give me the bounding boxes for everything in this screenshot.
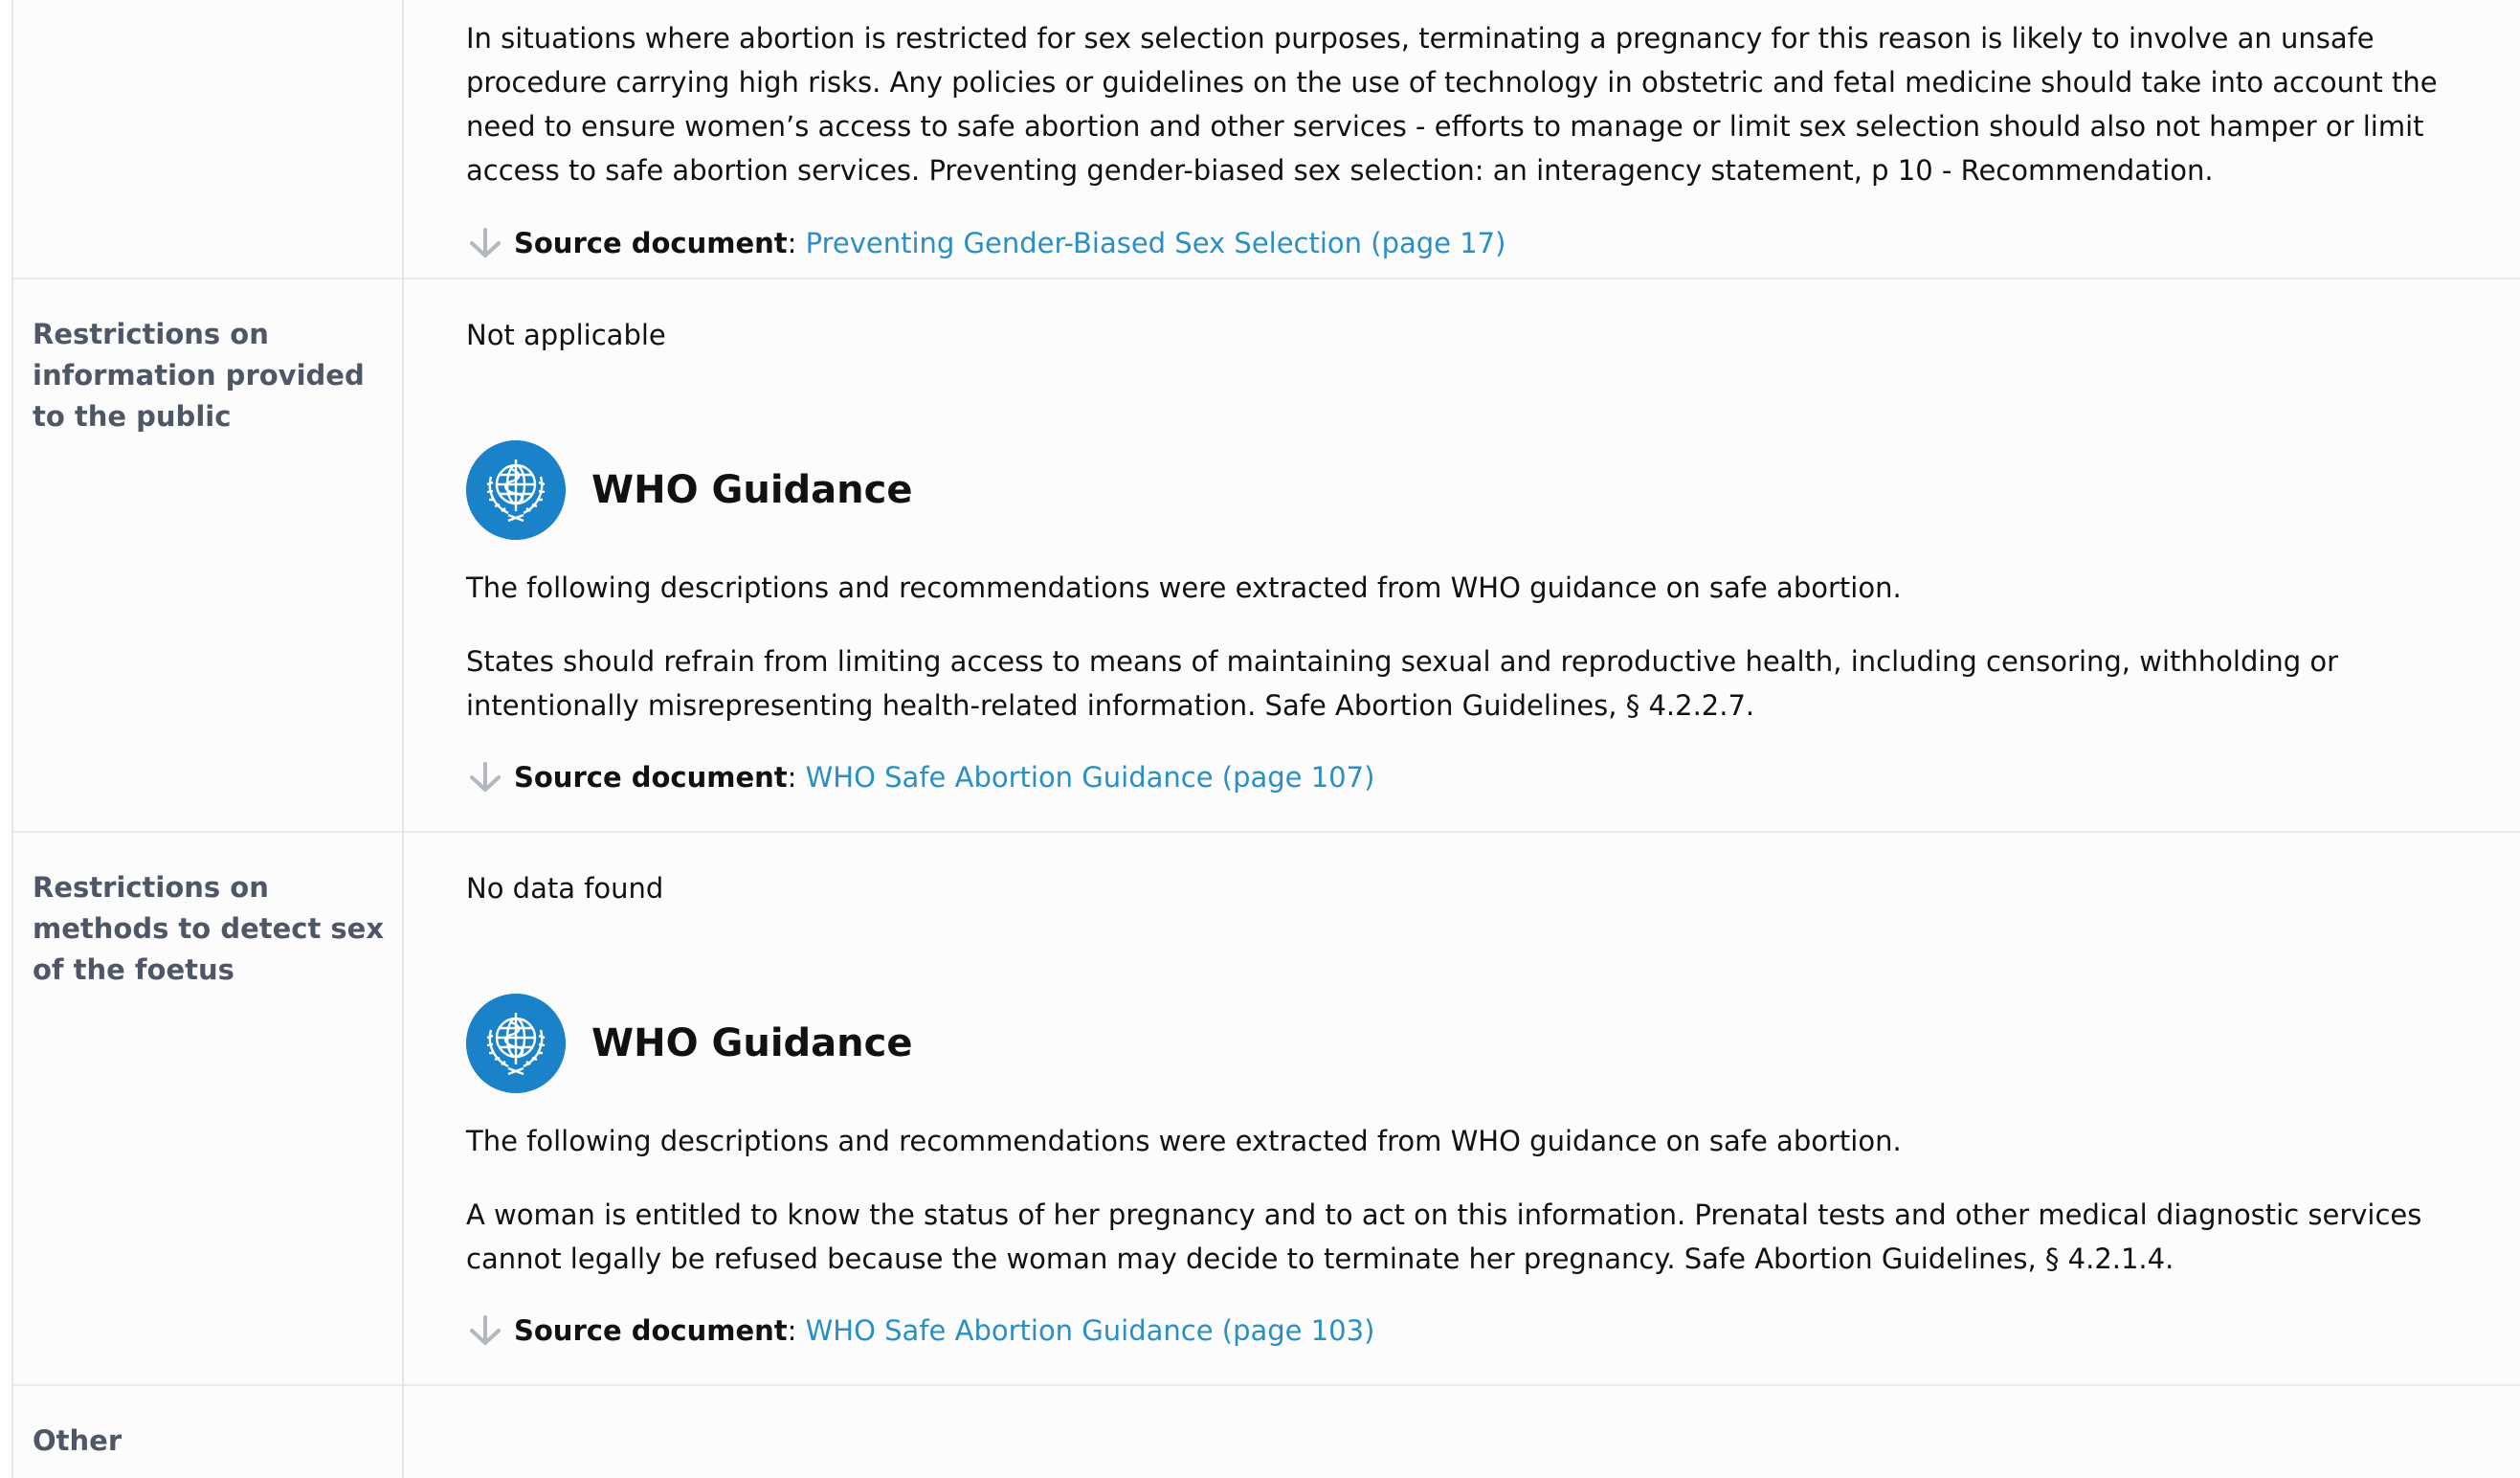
row-label: Restrictions on information provided to … — [33, 318, 365, 433]
country-profile-table: In situations where abortion is restrict… — [11, 0, 2520, 1478]
source-document-label: Source document — [514, 761, 788, 794]
row-label-cell: Restrictions on information provided to … — [13, 278, 404, 831]
row-label: Restrictions on methods to detect sex of… — [33, 871, 385, 986]
source-document-label: Source document — [514, 227, 788, 259]
who-emblem-icon — [466, 994, 566, 1093]
recommendation-text: A woman is entitled to know the status o… — [466, 1198, 2422, 1275]
row-label-cell: Restrictions on methods to detect sex of… — [13, 831, 404, 1384]
guidance-intro: The following descriptions and recommend… — [466, 571, 1902, 604]
source-document-link[interactable]: Preventing Gender-Biased Sex Selection (… — [806, 227, 1506, 259]
source-document-label: Source document — [514, 1314, 788, 1347]
source-document: Source document: Preventing Gender-Biase… — [466, 221, 1505, 265]
table-row: Other — [13, 1384, 2520, 1478]
table-row: In situations where abortion is restrict… — [13, 0, 2520, 280]
source-document-link[interactable]: WHO Safe Abortion Guidance (page 107) — [806, 761, 1375, 794]
guidance-intro: The following descriptions and recommend… — [466, 1125, 1902, 1157]
table-row: Restrictions on information provided to … — [13, 278, 2520, 833]
recommendation-text: States should refrain from limiting acce… — [466, 645, 2339, 722]
row-label: Other — [33, 1424, 123, 1457]
guidance-title: WHO Guidance — [591, 468, 913, 512]
source-document: Source document: WHO Safe Abortion Guida… — [466, 755, 1374, 799]
arrow-down-icon — [466, 224, 504, 262]
table-row: Restrictions on methods to detect sex of… — [13, 831, 2520, 1386]
row-label-cell: Other — [13, 1384, 404, 1478]
status-text: No data found — [466, 872, 664, 905]
status-text: Not applicable — [466, 319, 666, 351]
row-label-cell — [13, 0, 404, 278]
guidance-title: WHO Guidance — [591, 1021, 913, 1065]
source-document: Source document: WHO Safe Abortion Guida… — [466, 1309, 1374, 1353]
arrow-down-icon — [466, 758, 504, 796]
arrow-down-icon — [466, 1311, 504, 1350]
who-emblem-icon — [466, 440, 566, 540]
source-document-link[interactable]: WHO Safe Abortion Guidance (page 103) — [806, 1314, 1375, 1347]
recommendation-text: In situations where abortion is restrict… — [466, 22, 2438, 187]
